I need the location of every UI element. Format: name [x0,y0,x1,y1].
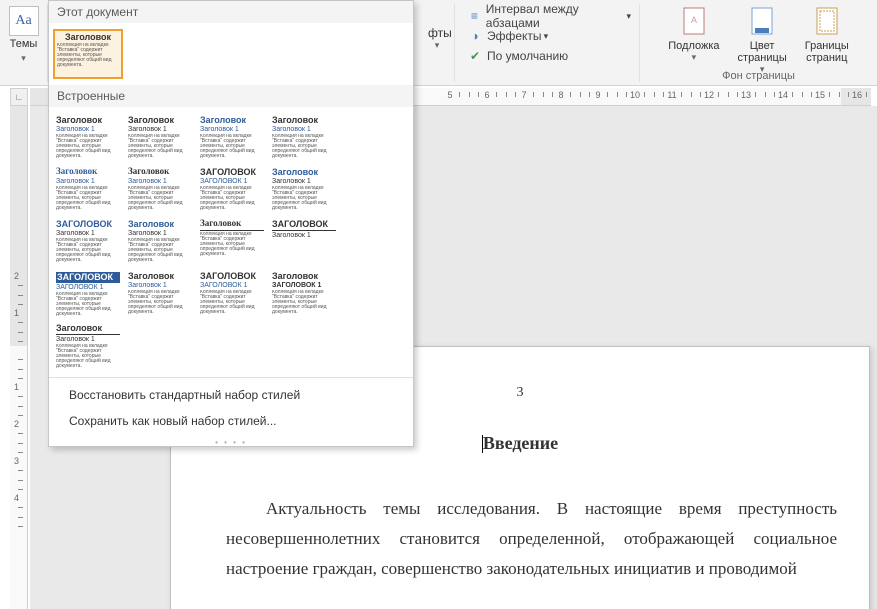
fonts-partial-label: фты [428,26,446,40]
styleset-item[interactable]: ЗАГОЛОВОКЗаголовок 1 [269,217,339,267]
chevron-down-icon: ▾ [668,52,719,63]
text-cursor [482,435,483,453]
chevron-down-icon: ▾ [626,11,631,22]
ruler-number: 7 [521,90,526,100]
styleset-item[interactable]: ЗАГОЛОВОКЗаголовок 1Коллекция на вкладке… [53,217,123,267]
page-body: Актуальность темы исследования. В настоя… [226,494,837,584]
page-color-button[interactable]: Цвет страницы ▾ [738,6,787,75]
page-borders-button[interactable]: Границы страниц [805,6,849,75]
styleset-item[interactable]: ЗаголовокЗаголовок 1Коллекция на вкладке… [125,217,195,267]
themes-icon: Aa [9,6,39,36]
ruler-number: 10 [630,90,640,100]
ruler-number: 6 [484,90,489,100]
ruler-number: 12 [704,90,714,100]
ruler-number: 9 [595,90,600,100]
ruler-number: 13 [741,90,751,100]
paragraph-spacing-label: Интервал между абзацами [486,2,625,30]
styleset-item[interactable]: ЗаголовокКоллекция на вкладке "Вставка" … [197,217,267,267]
styleset-item[interactable]: ЗаголовокЗаголовок 1Коллекция на вкладке… [269,165,339,215]
ruler-number: 2 [14,271,19,281]
styleset-save-as[interactable]: Сохранить как новый набор стилей... [49,408,413,434]
themes-group: Aa Темы ▾ [0,4,48,82]
styleset-restore[interactable]: Восстановить стандартный набор стилей [49,382,413,408]
watermark-icon: A [679,6,709,36]
chevron-down-icon: ▾ [544,31,549,42]
fonts-partial-group: фты ▾ [420,4,455,82]
ruler-number: 15 [815,90,825,100]
ruler-number: 1 [14,382,19,392]
themes-button[interactable]: Aa Темы ▾ [9,4,39,64]
watermark-label: Подложка [668,40,719,52]
set-default-button[interactable]: ✔ По умолчанию [463,46,631,66]
styleset-item[interactable]: ЗаголовокЗаголовок 1Коллекция на вкладке… [269,113,339,163]
watermark-button[interactable]: A Подложка ▾ [668,6,719,75]
chevron-down-icon: ▾ [428,40,446,51]
styleset-item[interactable]: ЗАГОЛОВОКЗАГОЛОВОК 1Коллекция на вкладке… [197,165,267,215]
styleset-item[interactable]: ЗаголовокЗаголовок 1Коллекция на вкладке… [53,321,123,371]
effects-icon: ◑ [467,29,483,43]
ruler-number: 1 [14,308,19,318]
ruler-number: 11 [667,90,676,100]
resize-gripper[interactable]: • • • • [49,438,413,446]
styleset-builtin-grid: ЗаголовокЗаголовок 1Коллекция на вкладке… [49,107,413,377]
page-color-icon [747,6,777,36]
page-background-group: A Подложка ▾ Цвет страницы ▾ Границы стр… [640,4,877,82]
ruler-number: 8 [558,90,563,100]
set-default-label: По умолчанию [487,49,568,63]
page-color-label: Цвет страницы [738,40,787,64]
ruler-number: 2 [14,419,19,429]
ruler-number: 3 [14,456,19,466]
tab-selector[interactable]: ∟ [10,88,28,106]
styleset-dropdown: Этот документ Заголовок Коллекция на вкл… [48,0,414,447]
styleset-item[interactable]: ЗаголовокЗаголовок 1Коллекция на вкладке… [53,165,123,215]
paragraph-spacing-button[interactable]: ≡ Интервал между абзацами ▾ [463,6,631,26]
effects-label: Эффекты [487,29,542,43]
chevron-down-icon: ▾ [21,53,26,63]
paragraph-spacing-icon: ≡ [467,9,482,23]
themes-label: Темы [9,38,39,50]
styleset-item[interactable]: ЗаголовокЗаголовок 1Коллекция на вкладке… [125,113,195,163]
ruler-number: 14 [778,90,788,100]
svg-text:A: A [691,15,697,25]
ruler-number: 16 [852,90,862,100]
check-icon: ✔ [467,49,483,63]
styleset-item[interactable]: ЗАГОЛОВОКЗАГОЛОВОК 1Коллекция на вкладке… [197,269,267,319]
page-borders-label: Границы страниц [805,40,849,64]
styleset-menu: Восстановить стандартный набор стилей Со… [49,377,413,438]
ruler-number: 5 [447,90,452,100]
styleset-section-this-doc: Этот документ [49,1,413,23]
page-borders-icon [812,6,842,36]
page-background-group-label: Фон страницы [640,70,877,82]
styleset-item[interactable]: ЗаголовокЗаголовок 1Коллекция на вкладке… [197,113,267,163]
styleset-section-builtin: Встроенные [49,85,413,107]
styleset-item[interactable]: ЗаголовокЗаголовок 1Коллекция на вкладке… [125,165,195,215]
styleset-item[interactable]: ЗАГОЛОВОКЗАГОЛОВОК 1Коллекция на вкладке… [53,269,123,319]
vertical-ruler[interactable]: 2 1 1 2 3 4 [10,106,28,609]
styleset-item[interactable]: ЗаголовокЗаголовок 1Коллекция на вкладке… [125,269,195,319]
ruler-number: 4 [14,493,19,503]
paragraph-group: ≡ Интервал между абзацами ▾ ◑ Эффекты ▾ … [455,4,640,82]
styleset-item[interactable]: ЗаголовокЗАГОЛОВОК 1Коллекция на вкладке… [269,269,339,319]
styleset-item[interactable]: ЗаголовокЗаголовок 1Коллекция на вкладке… [53,113,123,163]
styleset-item-current[interactable]: Заголовок Коллекция на вкладке "Вставка"… [53,29,123,79]
